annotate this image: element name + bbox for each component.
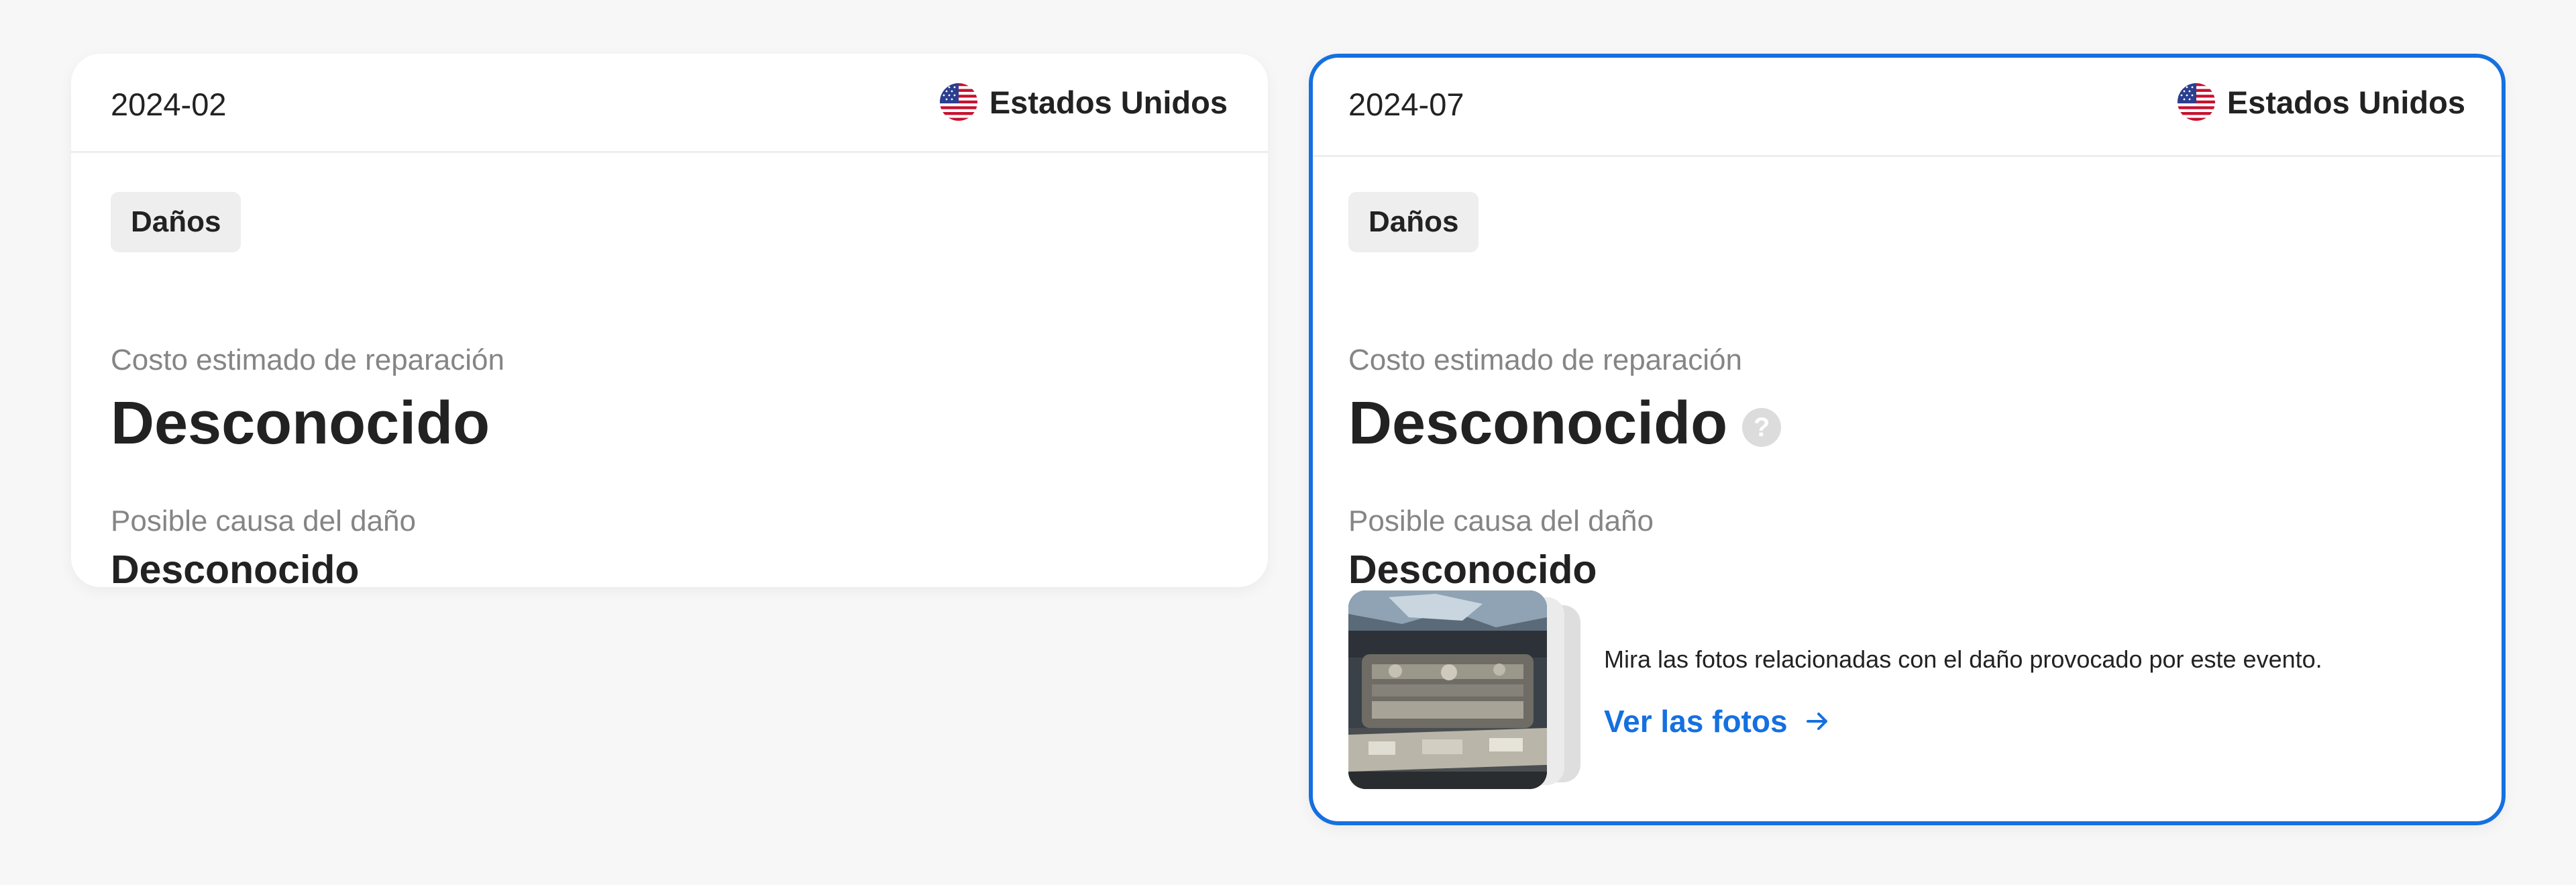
damage-cause-label: Posible causa del daño <box>1348 505 1654 537</box>
event-card-2024-02: 2024-02 Estados Unidos Daños Costo estim… <box>71 54 1268 587</box>
photos-description: Mira las fotos relacionadas con el daño … <box>1604 645 2322 673</box>
country-name: Estados Unidos <box>989 84 1228 120</box>
repair-cost-label: Costo estimado de reparación <box>111 344 504 376</box>
us-flag-icon <box>939 83 977 121</box>
damage-cause-value: Desconocido <box>111 548 360 587</box>
engine-photo-image <box>1348 590 1547 789</box>
view-photos-label: Ver las fotos <box>1604 704 1788 739</box>
us-flag-icon <box>2177 83 2215 121</box>
repair-cost-value: Desconocido ? <box>1348 389 1782 458</box>
photo-stack[interactable] <box>1348 590 1590 789</box>
damaged-engine-photo[interactable] <box>1348 590 1547 789</box>
damage-cause-label: Posible causa del daño <box>111 505 416 537</box>
help-circle-icon[interactable]: ? <box>1742 407 1782 447</box>
event-date: 2024-07 <box>1348 87 1464 122</box>
damage-tag: Daños <box>111 192 241 252</box>
event-date: 2024-02 <box>111 87 227 122</box>
damage-tag: Daños <box>1348 192 1479 252</box>
repair-cost-value: Desconocido <box>111 389 490 458</box>
country: Estados Unidos <box>939 83 1228 121</box>
country-name: Estados Unidos <box>2226 84 2465 120</box>
card-header: 2024-02 Estados Unidos <box>71 54 1268 153</box>
damage-cause-value: Desconocido <box>1348 548 1597 592</box>
repair-cost-text: Desconocido <box>1348 390 1728 457</box>
event-card-2024-07[interactable]: 2024-07 Estados Unidos Daños Costo estim… <box>1309 54 2506 825</box>
repair-cost-label: Costo estimado de reparación <box>1348 344 1742 376</box>
repair-cost-text: Desconocido <box>111 390 490 457</box>
view-photos-link[interactable]: Ver las fotos <box>1604 703 1831 739</box>
card-header: 2024-07 Estados Unidos <box>1313 58 2502 157</box>
country: Estados Unidos <box>2177 83 2465 121</box>
arrow-right-icon <box>1806 713 1827 730</box>
